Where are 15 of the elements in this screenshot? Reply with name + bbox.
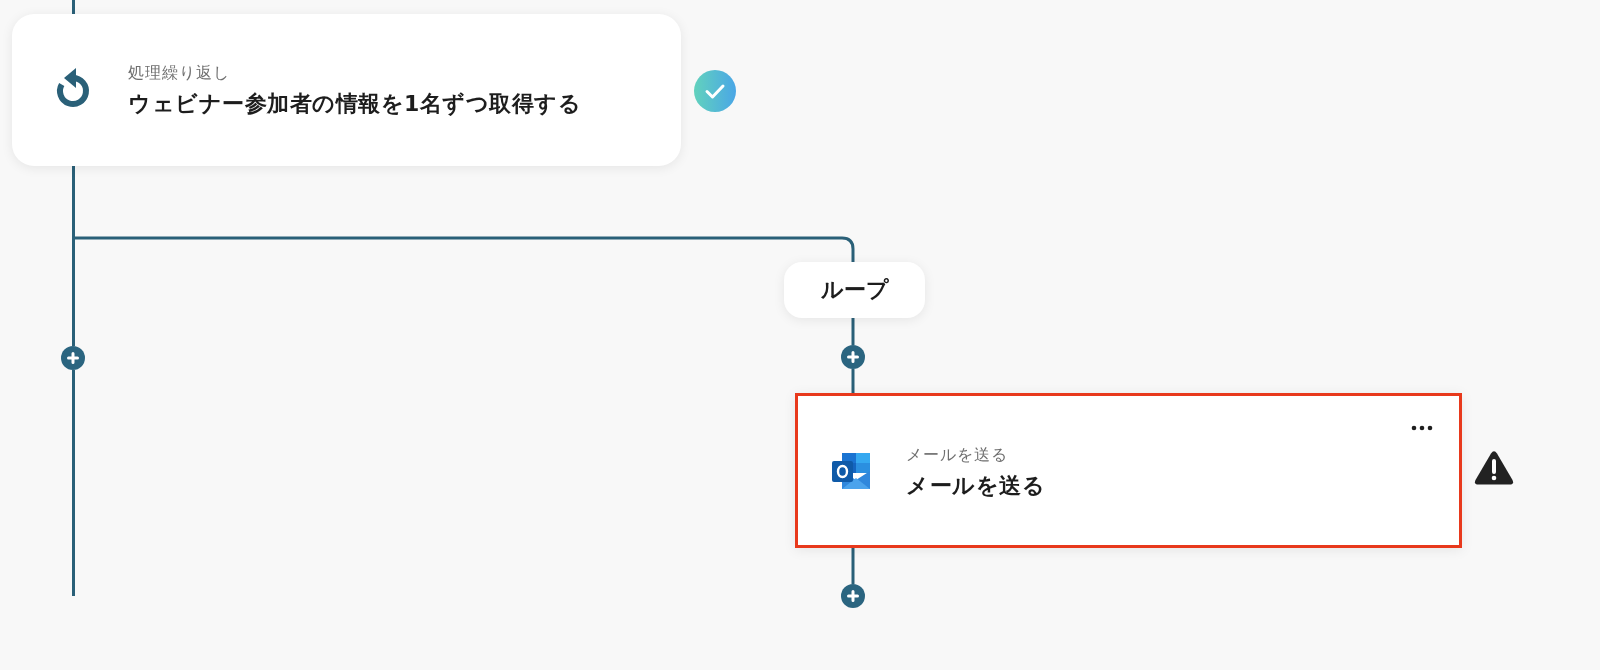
plus-icon[interactable] [61,346,85,370]
connector-line [851,369,855,393]
branch-label: ループ [784,262,925,318]
plus-icon[interactable] [841,345,865,369]
connector-line [72,0,75,14]
connector-line [851,318,855,345]
step-caption: 処理繰り返し [128,61,230,84]
step-caption: メールを送る [906,444,1008,466]
step-title: ウェビナー参加者の情報を1名ずつ取得する [128,89,582,118]
step-title: メールを送る [906,472,1045,500]
plus-icon[interactable] [841,584,865,608]
step-card[interactable]: 処理繰り返し ウェビナー参加者の情報を1名ずつ取得する [12,14,681,166]
step-card[interactable]: メールを送る メールを送る [795,393,1462,548]
connector-line [851,548,855,584]
more-icon[interactable] [1411,425,1433,431]
